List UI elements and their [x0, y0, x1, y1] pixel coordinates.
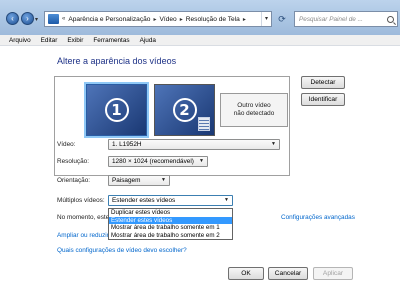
forward-button[interactable]: ›: [21, 12, 34, 25]
page-title: Altere a aparência dos vídeos: [57, 56, 177, 66]
search-input[interactable]: Pesquisar Painel de ...: [294, 11, 398, 27]
advanced-settings-link[interactable]: Configurações avançadas: [281, 214, 355, 221]
resolution-label: Resolução:: [57, 158, 89, 165]
monitor-1-number: 1: [104, 98, 129, 122]
recent-pages-dropdown[interactable]: ▾: [35, 16, 41, 23]
dropdown-option-extend[interactable]: Estender estes vídeos: [109, 216, 232, 224]
detect-button[interactable]: Detectar: [301, 76, 345, 89]
monitor-1[interactable]: 1: [86, 84, 147, 136]
multiple-displays-select[interactable]: Estender estes vídeos ▼: [108, 195, 233, 206]
menu-bar: Arquivo Editar Exibir Ferramentas Ajuda: [0, 35, 400, 46]
breadcrumb-separator: ▸: [179, 16, 183, 23]
breadcrumb-separator: «: [62, 16, 66, 22]
title-bar: ‹ › ▾ « Aparência e Personalização ▸ Víd…: [0, 0, 400, 35]
video-select[interactable]: 1. L1952H ▼: [108, 139, 280, 150]
breadcrumb-separator: ▸: [153, 16, 157, 23]
monitor-2-number: 2: [172, 98, 197, 122]
breadcrumb-appearance[interactable]: Aparência e Personalização: [68, 16, 150, 23]
chevron-down-icon: ▼: [199, 158, 204, 164]
dropdown-option-only-1[interactable]: Mostrar área de trabalho somente em 1: [109, 224, 232, 232]
video-select-value: 1. L1952H: [112, 141, 142, 148]
address-history-dropdown[interactable]: ▾: [261, 12, 271, 26]
resolution-select[interactable]: 1280 × 1024 (recomendável) ▼: [108, 156, 208, 167]
orientation-select[interactable]: Paisagem ▼: [108, 175, 170, 186]
resolution-select-value: 1280 × 1024 (recomendável): [112, 158, 194, 165]
breadcrumb-screen-resolution[interactable]: Resolução de Tela: [186, 16, 240, 23]
search-icon[interactable]: [387, 15, 394, 23]
chevron-down-icon: ▼: [161, 177, 166, 183]
search-placeholder: Pesquisar Painel de ...: [299, 15, 363, 23]
multiple-displays-select-value: Estender estes vídeos: [112, 197, 176, 204]
menu-view[interactable]: Exibir: [67, 37, 83, 44]
identify-button[interactable]: Identificar: [301, 93, 345, 106]
breadcrumb-separator: ▸: [242, 16, 246, 23]
address-bar[interactable]: « Aparência e Personalização ▸ Vídeo ▸ R…: [44, 11, 272, 27]
menu-edit[interactable]: Editar: [41, 37, 58, 44]
dropdown-option-only-2[interactable]: Mostrar área de trabalho somente em 2: [109, 232, 232, 240]
monitor-2[interactable]: 2: [154, 84, 215, 136]
menu-tools[interactable]: Ferramentas: [93, 37, 129, 44]
info-text: No momento, este: [57, 214, 110, 221]
display-grid-icon: [198, 117, 210, 131]
undetected-display-label: Outro vídeo não detectado: [220, 93, 288, 127]
menu-help[interactable]: Ajuda: [140, 37, 156, 44]
refresh-icon[interactable]: ⟳: [275, 12, 289, 26]
menu-file[interactable]: Arquivo: [9, 37, 31, 44]
orientation-select-value: Paisagem: [112, 177, 141, 184]
multiple-displays-dropdown: Duplicar estes vídeos Estender estes víd…: [108, 208, 233, 240]
content-area: Altere a aparência dos vídeos 1 2 Outro …: [0, 47, 400, 300]
breadcrumb-video[interactable]: Vídeo: [159, 16, 176, 23]
control-panel-icon: [48, 14, 59, 24]
multiple-displays-label: Múltiplos vídeos:: [57, 197, 105, 204]
back-button[interactable]: ‹: [6, 12, 19, 25]
dropdown-option-duplicate[interactable]: Duplicar estes vídeos: [109, 209, 232, 217]
chevron-down-icon: ▼: [224, 197, 229, 203]
ok-button[interactable]: OK: [228, 267, 264, 280]
apply-button[interactable]: Aplicar: [313, 267, 353, 280]
chevron-down-icon: ▼: [271, 141, 276, 147]
which-settings-link[interactable]: Quais configurações de vídeo devo escolh…: [57, 247, 187, 254]
cancel-button[interactable]: Cancelar: [268, 267, 308, 280]
enlarge-text-link[interactable]: Ampliar ou reduzir: [57, 232, 109, 239]
video-label: Vídeo:: [57, 141, 76, 148]
orientation-label: Orientação:: [57, 177, 91, 184]
